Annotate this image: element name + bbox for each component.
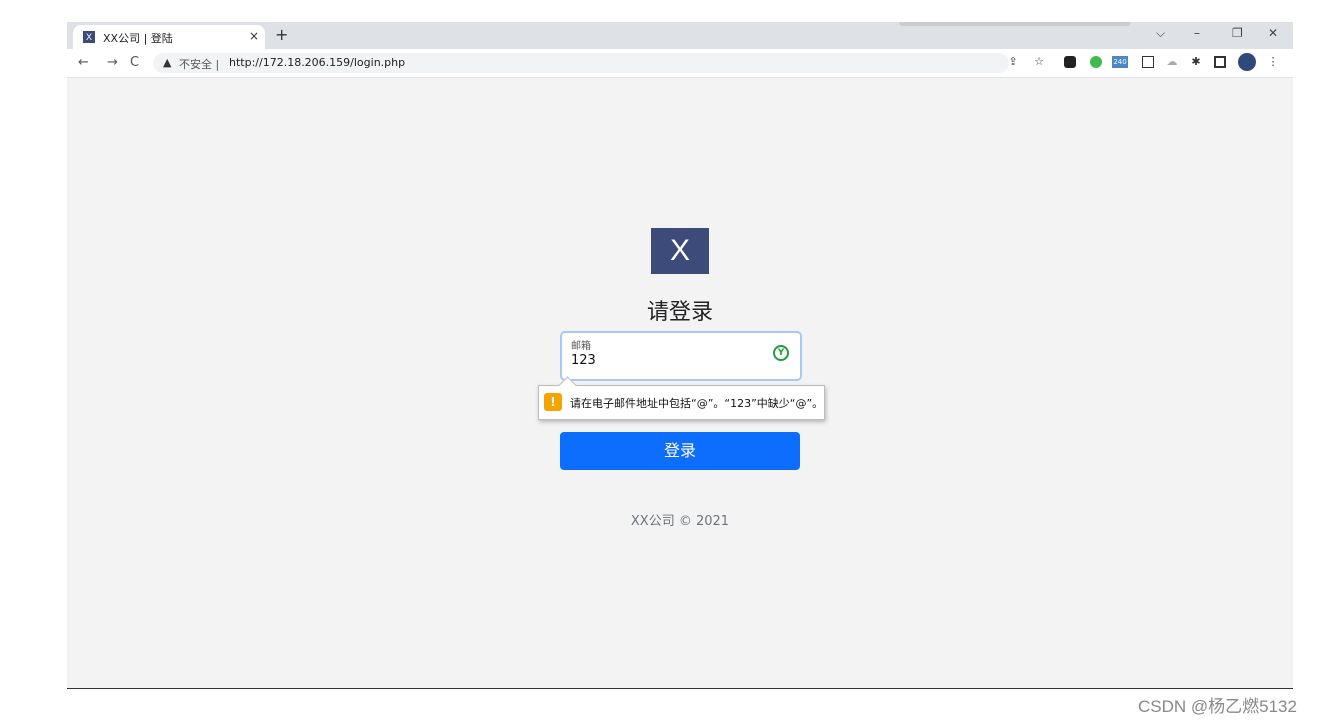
url-text[interactable]: http://172.18.206.159/login.php (229, 56, 405, 69)
browser-toolbar: ← → C ▲ 不安全 | http://172.18.206.159/logi… (67, 49, 1293, 78)
login-button[interactable]: 登录 (560, 432, 800, 470)
page-content: X 请登录 邮箱 123 Y ! 请在电子邮件地址中包括“@”。“123”中缺少… (67, 78, 1293, 688)
tab-title: XX公司 | 登陆 (103, 32, 173, 45)
address-bar[interactable]: ▲ 不安全 | http://172.18.206.159/login.php (153, 53, 1009, 73)
browser-window: X XX公司 | 登陆 × + ⌵ – ❐ ✕ ← → C ▲ 不安全 | ht… (67, 22, 1293, 688)
email-field[interactable]: 邮箱 123 Y (560, 331, 802, 381)
new-tab-button[interactable]: + (275, 25, 288, 44)
email-input[interactable]: 123 (571, 353, 596, 368)
password-manager-icon[interactable]: Y (773, 345, 789, 361)
tab-close-icon[interactable]: × (249, 29, 259, 43)
tab-favicon: X (83, 31, 95, 43)
share-icon[interactable]: ⇪ (1007, 56, 1019, 68)
extension-green-icon[interactable] (1090, 56, 1102, 68)
extension-badge-icon[interactable]: 240 (1112, 56, 1128, 68)
validation-tooltip: ! 请在电子邮件地址中包括“@”。“123”中缺少“@”。 (538, 376, 825, 420)
validation-message: 请在电子邮件地址中包括“@”。“123”中缺少“@”。 (570, 397, 824, 410)
warning-icon: ! (544, 393, 562, 411)
close-window-button[interactable]: ✕ (1268, 26, 1278, 40)
email-label: 邮箱 (571, 341, 591, 352)
profile-avatar[interactable] (1238, 53, 1256, 71)
restore-button[interactable]: ❐ (1232, 26, 1243, 40)
cloud-icon[interactable]: ☁ (1166, 56, 1178, 68)
page-title: 请登录 (646, 300, 713, 325)
side-panel-icon[interactable] (1214, 56, 1226, 68)
warning-icon[interactable]: ▲ (163, 56, 171, 69)
reload-button[interactable]: C (130, 55, 139, 70)
tab-strip-indicator (899, 22, 1131, 26)
menu-icon[interactable]: ⋮ (1267, 56, 1279, 68)
back-button[interactable]: ← (78, 55, 89, 70)
footer-copyright: XX公司 © 2021 (630, 514, 730, 529)
bookmark-star-icon[interactable]: ☆ (1033, 56, 1045, 68)
forward-button[interactable]: → (107, 55, 118, 70)
tab-search-icon[interactable]: ⌵ (1156, 26, 1165, 41)
tab-login[interactable]: X XX公司 | 登陆 × (73, 25, 265, 49)
notion-icon[interactable] (1142, 56, 1154, 68)
watermark: CSDN @杨乙燃5132 (1138, 697, 1297, 716)
extensions-puzzle-icon[interactable]: ✱ (1190, 56, 1202, 68)
security-status[interactable]: 不安全 | (179, 56, 219, 72)
divider (67, 688, 1293, 689)
tab-bar: X XX公司 | 登陆 × + ⌵ – ❐ ✕ (67, 22, 1293, 49)
minimize-button[interactable]: – (1194, 26, 1200, 40)
company-logo: X (651, 228, 709, 274)
extension-mask-icon[interactable] (1064, 56, 1076, 68)
